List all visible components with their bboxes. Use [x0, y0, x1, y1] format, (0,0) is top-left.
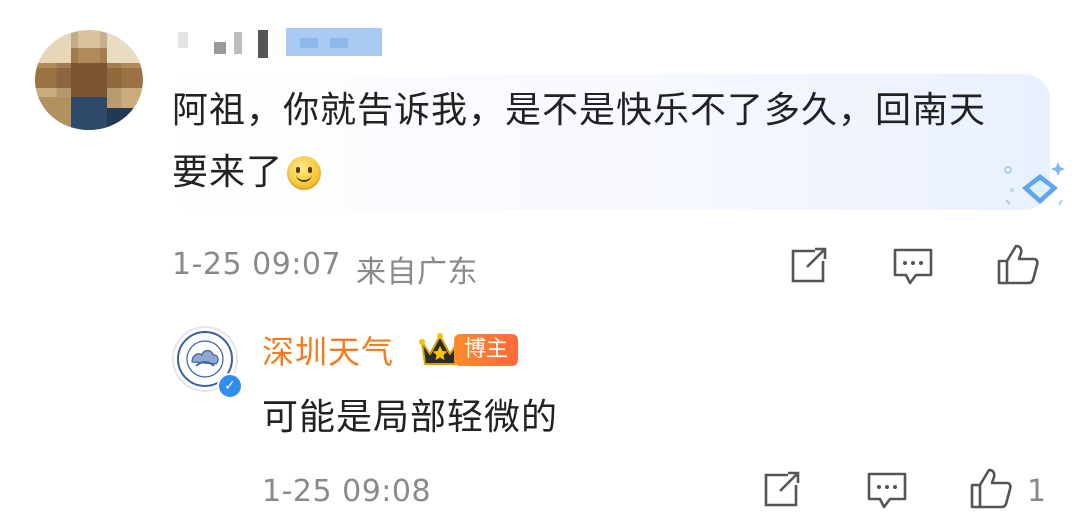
like-icon[interactable]: [996, 243, 1040, 285]
comment-time: 1-25 09:07: [172, 247, 342, 282]
comment-location: 来自广东: [356, 255, 478, 290]
verified-icon: ✓: [217, 373, 243, 399]
reply-author-name[interactable]: 深圳天气: [262, 327, 394, 373]
user-avatar[interactable]: [35, 30, 143, 130]
blogger-badge: 博主: [454, 334, 519, 366]
reply-comment-icon[interactable]: [866, 471, 908, 511]
username-blurred[interactable]: [172, 22, 382, 58]
share-icon[interactable]: [789, 247, 829, 285]
reply-share-icon[interactable]: [762, 471, 802, 509]
reply-text: 可能是局部轻微的: [262, 397, 559, 438]
comment-icon[interactable]: [892, 247, 934, 287]
reply-time: 1-25 09:08: [262, 474, 432, 509]
diamond-badge-icon: [1004, 162, 1065, 206]
reply-like-icon[interactable]: [969, 467, 1013, 509]
comment-text: 阿祖，你就告诉我，是不是快乐不了多久，回南天要来了: [172, 90, 987, 193]
smile-emoji-icon: [287, 156, 322, 190]
reply-like-count: 1: [1027, 474, 1047, 509]
